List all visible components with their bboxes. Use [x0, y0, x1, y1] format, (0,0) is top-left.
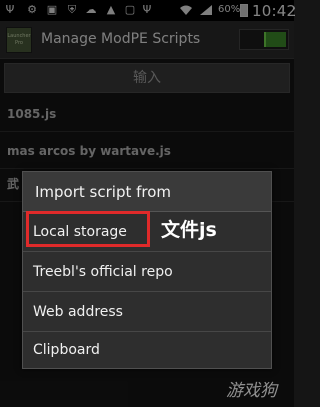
import-dialog: Import script from Local storage Treebl'… — [22, 171, 272, 369]
watermark: 游戏狗 — [226, 381, 277, 401]
highlight-box — [26, 211, 150, 247]
dialog-title: Import script from — [23, 172, 271, 212]
option-clipboard[interactable]: Clipboard — [23, 330, 271, 370]
annotation-label: 文件js — [161, 219, 217, 241]
option-web-address[interactable]: Web address — [23, 292, 271, 332]
option-official-repo[interactable]: Treebl's official repo — [23, 252, 271, 292]
